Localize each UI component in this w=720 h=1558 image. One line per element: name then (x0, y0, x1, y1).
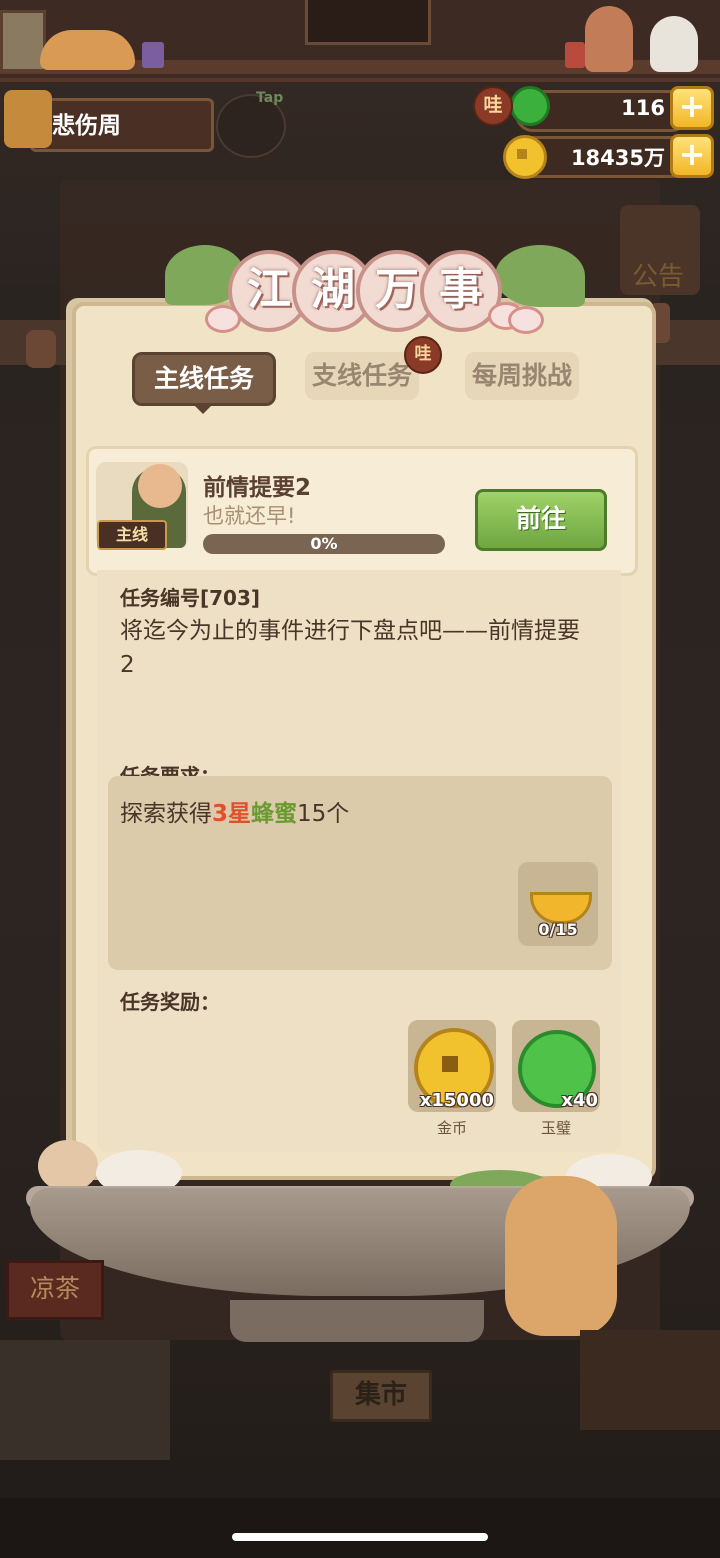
tea-sign: 凉茶 (6, 1260, 104, 1320)
notice-label: 公告 (632, 262, 685, 292)
reward-label: 任务奖励： (120, 990, 220, 1014)
leaf-decoration (495, 245, 585, 307)
reward-jade-name: 玉璧 (540, 1119, 571, 1137)
reward-jade-count: x40 (561, 1090, 598, 1111)
bowl-base (230, 1300, 484, 1342)
requirement-prefix: 探索获得 (120, 801, 212, 827)
quest-id: 任务编号[703] (120, 586, 261, 610)
main-quest-tag: 主线 (97, 520, 167, 550)
cup-icon (142, 42, 164, 68)
home-indicator[interactable] (232, 1533, 488, 1541)
active-tab-pointer (193, 404, 213, 414)
tab-weekly-challenge[interactable]: 每周挑战 (465, 352, 579, 400)
white-cat (650, 16, 698, 72)
quest-title: 前情提要2 (203, 475, 312, 501)
cup-icon (565, 42, 585, 68)
add-gold-button[interactable]: + (670, 134, 714, 178)
wa-badge: 哇 (473, 86, 513, 126)
panel-title: 江 湖 万 事 (228, 250, 502, 332)
sleeping-cat (40, 30, 135, 70)
tab-side-quest[interactable]: 支线任务 (305, 352, 419, 400)
go-button[interactable]: 前往 (475, 489, 607, 551)
tangyuan-decoration (38, 1140, 98, 1192)
jade-value: 116 (621, 96, 665, 120)
girl-character (585, 6, 633, 72)
fishcake-decoration (205, 305, 241, 333)
player-avatar[interactable] (4, 90, 52, 148)
player-name: 悲伤周 (52, 113, 121, 139)
jade-icon (510, 86, 550, 126)
requirement-text: 探索获得3星蜂蜜15个 (120, 794, 349, 828)
quest-progress-text: 0% (310, 534, 338, 553)
market-stall (580, 1330, 720, 1430)
requirement-star: 3星 (212, 801, 252, 827)
quest-description: 将迄今为止的事件进行下盘点吧——前情提要2 (120, 618, 580, 678)
reward-gold-name: 金币 (436, 1119, 467, 1137)
gold-coin-hole (442, 1056, 458, 1072)
climbing-cat (505, 1176, 617, 1336)
market-stall (0, 1340, 170, 1460)
fishcake-decoration (508, 306, 544, 334)
reward-gold-count: x15000 (419, 1090, 494, 1111)
honey-progress: 0/15 (538, 920, 578, 939)
tab-main-quest[interactable]: 主线任务 (132, 352, 276, 406)
market-sign: 集市 (330, 1370, 432, 1422)
bottom-bar (0, 1498, 720, 1558)
tab-side-badge: 哇 (404, 336, 442, 374)
coin-hole (517, 149, 527, 159)
quest-subtitle: 也就还早! (203, 504, 296, 528)
requirement-count: 15个 (297, 801, 350, 827)
tap-label: Tap (256, 90, 284, 106)
requirement-item: 蜂蜜 (251, 801, 298, 827)
add-jade-button[interactable]: + (670, 86, 714, 130)
scroll-rod-left (26, 330, 56, 368)
gold-value: 18435万 (570, 146, 665, 170)
hanging-picture (305, 0, 431, 45)
quest-character-head (138, 464, 182, 508)
